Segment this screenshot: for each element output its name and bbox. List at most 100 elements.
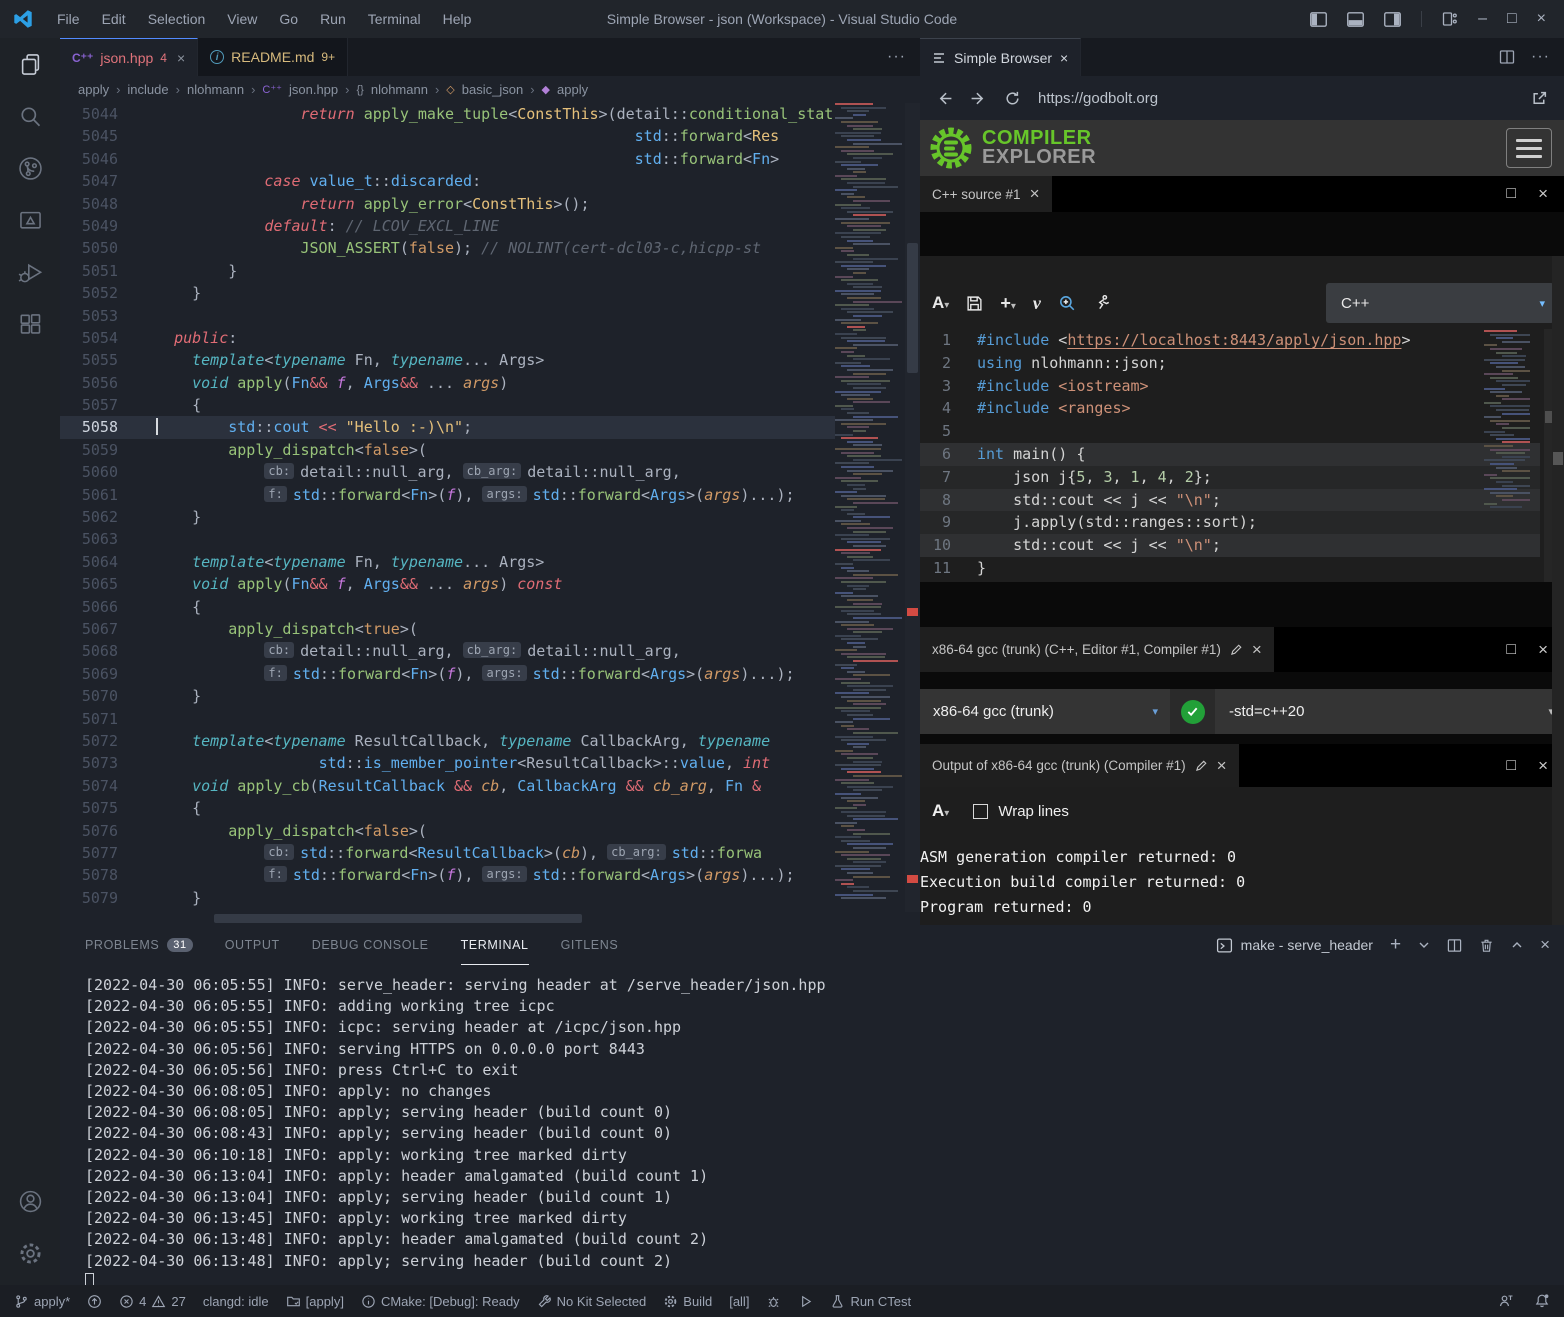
close-tab-icon[interactable]: × (1060, 50, 1068, 66)
build-target-item[interactable]: [all] (729, 1294, 749, 1309)
menu-selection[interactable]: Selection (139, 7, 215, 31)
new-terminal-icon[interactable]: + (1390, 934, 1401, 956)
language-select[interactable]: C++▾ (1326, 283, 1554, 323)
font-size-button[interactable]: A▾ (932, 801, 949, 821)
cmake-panel-icon[interactable] (0, 194, 60, 246)
debug-item[interactable] (766, 1294, 781, 1309)
compiler-select[interactable]: x86-64 gcc (trunk)▾ (920, 703, 1170, 720)
settings-gear-icon[interactable] (0, 1227, 60, 1279)
tab-problems[interactable]: PROBLEMS31 (85, 925, 193, 965)
customize-layout-icon[interactable] (1442, 11, 1458, 27)
close-pane-icon[interactable]: × (1538, 640, 1548, 660)
terminal-dropdown-icon[interactable] (1418, 939, 1430, 951)
breadcrumb-item[interactable]: nlohmann (187, 82, 244, 97)
font-size-button[interactable]: A▾ (932, 293, 949, 313)
breadcrumb-item[interactable]: json.hpp (289, 82, 338, 97)
tab-debug-console[interactable]: DEBUG CONSOLE (312, 925, 429, 965)
problems-item[interactable]: 4 27 (119, 1294, 186, 1309)
run-debug-icon[interactable] (0, 246, 60, 298)
close-icon[interactable]: × (1217, 756, 1227, 776)
build-button[interactable]: Build (663, 1294, 712, 1309)
git-branch-item[interactable]: apply* (14, 1294, 70, 1309)
kit-item[interactable]: No Kit Selected (537, 1294, 647, 1309)
compiler-options-input[interactable]: -std=c++20 (1215, 703, 1548, 720)
maximize-pane-icon[interactable]: □ (1506, 185, 1516, 203)
tab-simple-browser[interactable]: Simple Browser × (920, 38, 1081, 76)
open-external-icon[interactable] (1531, 90, 1548, 107)
close-pane-icon[interactable]: × (1538, 184, 1548, 204)
menu-file[interactable]: File (48, 7, 89, 31)
clangd-status-item[interactable]: clangd: idle (203, 1294, 269, 1309)
account-icon[interactable] (0, 1175, 60, 1227)
menu-run[interactable]: Run (311, 7, 355, 31)
code-editor[interactable]: 5044 return apply_make_tuple<ConstThis>(… (60, 103, 835, 912)
menu-view[interactable]: View (218, 7, 266, 31)
ce-source-code[interactable]: 1#include <https://localhost:8443/apply/… (920, 329, 1540, 582)
publish-item[interactable] (87, 1294, 102, 1309)
maximize-pane-icon[interactable]: □ (1506, 641, 1516, 659)
breadcrumb-item[interactable]: apply (78, 82, 109, 97)
quickbench-icon[interactable] (1093, 294, 1111, 312)
split-editor-icon[interactable] (1499, 49, 1515, 65)
breadcrumb-item[interactable]: include (127, 82, 168, 97)
wrap-lines-checkbox[interactable] (973, 804, 988, 819)
maximize-button[interactable]: □ (1507, 11, 1517, 27)
ce-logo-text[interactable]: COMPILER EXPLORER (982, 129, 1096, 167)
notifications-bell-icon[interactable] (1534, 1293, 1550, 1309)
project-item[interactable]: [apply] (286, 1294, 344, 1309)
breadcrumb-item[interactable]: basic_json (462, 82, 523, 97)
insights-icon[interactable] (1058, 294, 1076, 312)
edit-pane-name-icon[interactable] (1230, 643, 1243, 656)
close-pane-icon[interactable]: × (1538, 756, 1548, 776)
breadcrumb-item[interactable]: nlohmann (371, 82, 428, 97)
more-actions-icon[interactable]: ··· (1531, 48, 1550, 66)
breadcrumb-item[interactable]: apply (557, 82, 588, 97)
tab-json-hpp[interactable]: C⁺⁺ json.hpp 4 × (60, 38, 198, 76)
minimap[interactable] (835, 103, 905, 912)
editor-vertical-scrollbar[interactable] (905, 103, 920, 912)
maximize-panel-icon[interactable] (1511, 939, 1523, 951)
layout-sidebar-right-icon[interactable] (1384, 12, 1401, 27)
breadcrumb[interactable]: apply›include›nlohmann›C⁺⁺json.hpp›{}nlo… (60, 76, 920, 103)
launch-item[interactable] (798, 1294, 813, 1309)
kill-terminal-icon[interactable] (1479, 938, 1494, 953)
feedback-icon[interactable] (1498, 1293, 1514, 1309)
tab-gitlens[interactable]: GITLENS (561, 925, 619, 965)
terminal-process[interactable]: make - serve_header (1216, 937, 1373, 954)
close-window-button[interactable]: × (1537, 11, 1546, 27)
close-tab-icon[interactable]: × (177, 50, 185, 66)
tab-terminal[interactable]: TERMINAL (461, 925, 529, 965)
compiler-tab[interactable]: x86-64 gcc (trunk) (C++, Editor #1, Comp… (920, 627, 1274, 672)
menu-bar[interactable]: FileEditSelectionViewGoRunTerminalHelp (48, 7, 480, 31)
layout-sidebar-left-icon[interactable] (1310, 12, 1327, 27)
menu-go[interactable]: Go (270, 7, 307, 31)
close-panel-icon[interactable]: × (1540, 935, 1550, 955)
cmake-status-item[interactable]: CMake: [Debug]: Ready (361, 1294, 520, 1309)
layout-panel-icon[interactable] (1347, 12, 1364, 27)
scrollbar-thumb[interactable] (907, 243, 918, 373)
terminal-output[interactable]: [2022-04-30 06:05:55] INFO: serve_header… (85, 975, 826, 1285)
back-icon[interactable] (936, 90, 953, 107)
forward-icon[interactable] (970, 90, 987, 107)
hamburger-menu-icon[interactable] (1506, 128, 1552, 168)
vim-toggle-icon[interactable]: v (1033, 293, 1041, 314)
editor-more-actions-icon[interactable]: ··· (887, 38, 920, 76)
source-tab[interactable]: C++ source #1 × (920, 176, 1052, 212)
output-tab[interactable]: Output of x86-64 gcc (trunk) (Compiler #… (920, 744, 1239, 787)
menu-help[interactable]: Help (434, 7, 481, 31)
source-control-icon[interactable] (0, 142, 60, 194)
explorer-icon[interactable] (0, 38, 60, 90)
editor-horizontal-scrollbar[interactable] (156, 912, 835, 925)
url-input[interactable]: https://godbolt.org (1038, 90, 1514, 107)
close-icon[interactable]: × (1030, 184, 1040, 204)
run-ctest-button[interactable]: Run CTest (830, 1294, 911, 1309)
save-icon[interactable] (966, 295, 983, 312)
reload-icon[interactable] (1004, 90, 1021, 107)
edit-pane-name-icon[interactable] (1195, 759, 1208, 772)
add-pane-button[interactable]: +▾ (1000, 293, 1016, 314)
split-terminal-icon[interactable] (1447, 938, 1462, 953)
extensions-icon[interactable] (0, 298, 60, 350)
search-icon[interactable] (0, 90, 60, 142)
menu-edit[interactable]: Edit (93, 7, 135, 31)
ce-page-scrollbar[interactable] (1552, 256, 1564, 925)
